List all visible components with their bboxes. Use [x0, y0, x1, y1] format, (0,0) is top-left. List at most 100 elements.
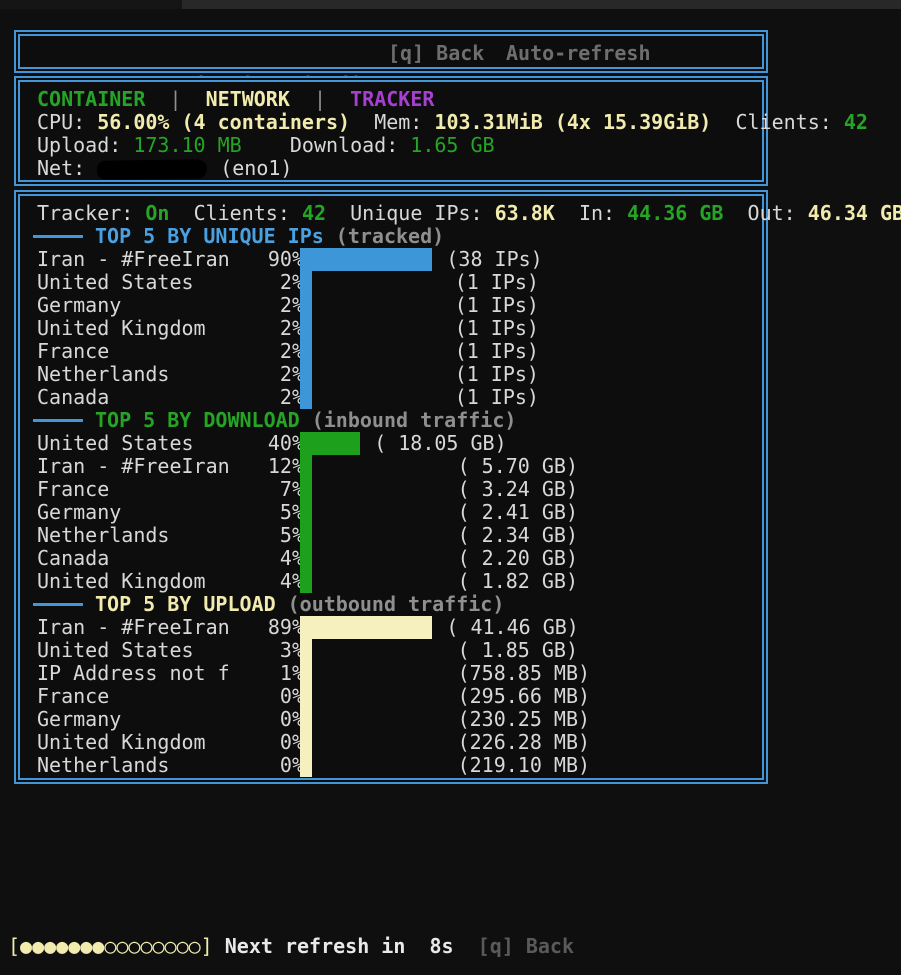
stat-row: Germany5%( 2.41 GB) [37, 501, 760, 524]
text-segment [326, 201, 350, 225]
percent-value: 7% [202, 478, 304, 501]
bar [300, 501, 312, 524]
bar [300, 340, 312, 363]
percent-value: 0% [202, 708, 304, 731]
bar [300, 317, 312, 340]
percent-value: 12% [202, 455, 304, 478]
status-bar: [●●●●●●●○○○○○○○○] Next refresh in 8s [q]… [8, 933, 574, 959]
section-header: TOP 5 BY UPLOAD(outbound traffic) [37, 593, 760, 616]
tracker-clients-label: Clients: [194, 201, 302, 225]
auto-refresh-toggle[interactable]: Auto-refresh [506, 38, 651, 69]
country-name: United Kingdom [37, 731, 206, 754]
country-name: Germany [37, 294, 121, 317]
text-segment [350, 110, 374, 134]
back-hint[interactable]: [q] Back [388, 38, 484, 69]
branch-line-icon [33, 603, 83, 606]
country-name: United Kingdom [37, 570, 206, 593]
stat-row: Germany2%(1 IPs) [37, 294, 760, 317]
bar [300, 754, 312, 777]
net-row: Net: (eno1) [37, 157, 760, 180]
amount-value: (219.10 MB) [458, 754, 590, 777]
percent-value: 0% [202, 731, 304, 754]
country-name: Iran - #FreeIran [37, 616, 230, 639]
stat-row: Iran - #FreeIran89%( 41.46 GB) [37, 616, 760, 639]
out-value: 46.34 GB [808, 201, 901, 225]
download-value: 1.65 GB [410, 133, 494, 157]
in-value: 44.36 GB [627, 201, 723, 225]
section-subtitle: (tracked) [336, 224, 444, 248]
title-panel: ADVANCED STATISTICS [q] Back Auto-refres… [14, 30, 768, 73]
country-name: Iran - #FreeIran [37, 248, 230, 271]
amount-value: ( 1.82 GB) [458, 570, 578, 593]
bar [300, 616, 432, 639]
tab-network[interactable]: NETWORK [206, 87, 290, 111]
back-hint[interactable]: [q] Back [478, 934, 574, 958]
percent-value: 5% [202, 524, 304, 547]
amount-value: (1 IPs) [455, 386, 539, 409]
amount-value: ( 2.34 GB) [458, 524, 578, 547]
country-name: Iran - #FreeIran [37, 455, 230, 478]
stat-row: United Kingdom4%( 1.82 GB) [37, 570, 760, 593]
bar [300, 547, 312, 570]
text-segment [213, 934, 225, 958]
amount-value: ( 41.46 GB) [446, 616, 578, 639]
country-name: United States [37, 271, 194, 294]
mem-label: Mem: [374, 110, 434, 134]
download-label: Download: [290, 133, 410, 157]
branch-line-icon [33, 419, 83, 422]
clients-label: Clients: [735, 110, 843, 134]
in-label: In: [579, 201, 627, 225]
transfer-row: Upload: 173.10 MB Download: 1.65 GB [37, 134, 760, 157]
active-window-tab[interactable] [0, 0, 182, 9]
country-name: Netherlands [37, 754, 169, 777]
top5-sections: TOP 5 BY UNIQUE IPs(tracked)Iran - #Free… [37, 225, 760, 777]
clients-value: 42 [844, 110, 868, 134]
stat-row: Netherlands0%(219.10 MB) [37, 754, 760, 777]
country-name: United Kingdom [37, 317, 206, 340]
text-segment [242, 133, 290, 157]
tab-separator: | [145, 87, 205, 111]
country-name: IP Address not f [37, 662, 230, 685]
stat-row: Iran - #FreeIran12%( 5.70 GB) [37, 455, 760, 478]
tracker-status: On [145, 201, 169, 225]
net-interface: (eno1) [220, 156, 292, 180]
bar [300, 386, 312, 409]
percent-value: 4% [202, 547, 304, 570]
section-title: TOP 5 BY UNIQUE IPs(tracked) [95, 225, 444, 248]
bar [300, 248, 432, 271]
amount-value: ( 2.20 GB) [458, 547, 578, 570]
amount-value: (1 IPs) [455, 317, 539, 340]
bar [300, 524, 312, 547]
bar [300, 570, 312, 593]
mem-value: 103.31MiB (4x 15.39GiB) [434, 110, 711, 134]
percent-value: 0% [202, 685, 304, 708]
stat-row: France7%( 3.24 GB) [37, 478, 760, 501]
upload-value: 173.10 MB [133, 133, 241, 157]
country-name: Germany [37, 708, 121, 731]
country-name: Netherlands [37, 363, 169, 386]
country-name: France [37, 478, 109, 501]
percent-value: 2% [202, 340, 304, 363]
country-name: France [37, 340, 109, 363]
tab-tracker[interactable]: TRACKER [350, 87, 434, 111]
stat-row: Netherlands2%(1 IPs) [37, 363, 760, 386]
amount-value: (38 IPs) [446, 248, 542, 271]
country-name: Germany [37, 501, 121, 524]
out-label: Out: [748, 201, 808, 225]
percent-value: 3% [202, 639, 304, 662]
text-segment [405, 934, 429, 958]
section-subtitle: (inbound traffic) [312, 408, 517, 432]
tracker-clients-value: 42 [302, 201, 326, 225]
stat-row: United Kingdom2% (1 IPs) [37, 317, 760, 340]
section-header: TOP 5 BY UNIQUE IPs(tracked) [37, 225, 760, 248]
net-label: Net: [37, 156, 97, 180]
bar [300, 271, 312, 294]
country-name: France [37, 685, 109, 708]
amount-value: (758.85 MB) [458, 662, 590, 685]
bar [300, 432, 360, 455]
section-header: TOP 5 BY DOWNLOAD(inbound traffic) [37, 409, 760, 432]
tab-container[interactable]: CONTAINER [37, 87, 145, 111]
percent-value: 2% [202, 317, 304, 340]
terminal-screen: ADVANCED STATISTICS [q] Back Auto-refres… [0, 0, 901, 975]
amount-value: ( 2.41 GB) [458, 501, 578, 524]
